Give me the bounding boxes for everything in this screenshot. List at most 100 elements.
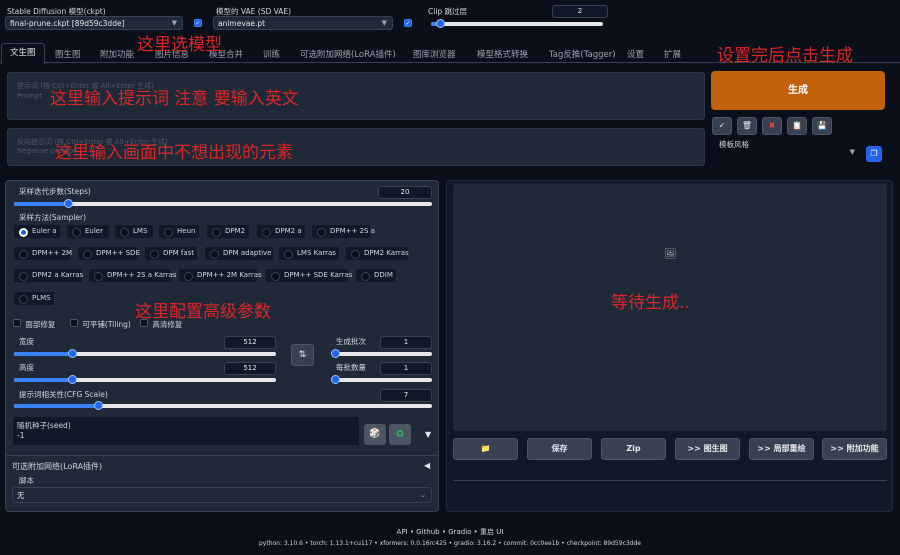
sampler-label: 采样方法(Sampler) [19, 213, 87, 222]
annotation-waiting: 等待生成.. [611, 293, 690, 313]
vae-select[interactable]: animevae.pt ▼ [213, 16, 393, 30]
save-button[interactable]: 保存 [527, 438, 592, 460]
tiling-box[interactable] [70, 319, 78, 327]
annotation-negative: 这里输入画面中不想出现的元素 [55, 143, 293, 163]
vae-refresh-checkbox[interactable] [404, 19, 412, 27]
script-value: 无 [17, 491, 25, 500]
seed-input[interactable]: -1 [17, 431, 24, 440]
seed-label: 随机种子(seed) [17, 421, 71, 430]
chevron-left-icon[interactable]: ◀ [424, 461, 430, 470]
tab-image-browser[interactable]: 图库浏览器 [413, 48, 456, 60]
steps-input[interactable]: 20 [378, 186, 432, 199]
swap-dimensions-button[interactable]: ⇅ [291, 344, 314, 366]
tab-img2img[interactable]: 图生图 [55, 48, 81, 60]
clip-slider[interactable] [431, 19, 603, 28]
model-refresh-checkbox[interactable] [194, 19, 202, 27]
height-input[interactable]: 512 [224, 362, 276, 375]
width-input[interactable]: 512 [224, 336, 276, 349]
close-icon[interactable]: ✖ [762, 117, 782, 135]
sampler-radio-dpmpp-2s-a[interactable]: DPM++ 2S a [311, 224, 375, 239]
face-fix-checkbox[interactable]: 面部修复 [13, 319, 55, 330]
footer-links[interactable]: API • Github • Gradio • 重启 UI [0, 527, 900, 537]
sampler-radio-heun[interactable]: Heun [158, 224, 200, 239]
generate-button[interactable]: 生成 [711, 71, 885, 110]
send-to-img2img-button[interactable]: >> 图生图 [675, 438, 740, 460]
save-icon[interactable]: 💾 [812, 117, 832, 135]
face-fix-box[interactable] [13, 319, 21, 327]
sampler-radio-plms[interactable]: PLMS [13, 291, 55, 306]
sampler-radio-dpm-adaptive[interactable]: DPM adaptive [204, 246, 274, 261]
cfg-slider[interactable] [14, 401, 432, 410]
image-icon: 🖼 [664, 249, 677, 260]
sampler-radio-dpm2[interactable]: DPM2 [206, 224, 250, 239]
open-folder-button[interactable]: 📁 [453, 438, 518, 460]
dice-icon[interactable]: 🎲 [364, 424, 386, 445]
footer-versions: python: 3.10.6 • torch: 1.13.1+cu117 • x… [258, 540, 641, 547]
batch-size-slider[interactable] [331, 375, 432, 384]
sampler-radio-ddim[interactable]: DDIM [355, 268, 397, 283]
width-slider[interactable] [14, 349, 276, 358]
output-info-box [453, 467, 887, 481]
sampler-radio-dpm2-karras[interactable]: DPM2 Karras [345, 246, 409, 261]
sampler-radio-dpmpp-2s-a-karras[interactable]: DPM++ 2S a Karras [88, 268, 177, 283]
lora-accordion-label[interactable]: 可选附加网络(LoRA插件) [12, 461, 102, 472]
clip-value-input[interactable]: 2 [552, 5, 608, 18]
tab-train[interactable]: 训练 [263, 48, 280, 60]
prompt-placeholder-en: Prompt [17, 92, 43, 100]
batch-count-input[interactable]: 1 [380, 336, 432, 349]
apply-style-button[interactable]: ❐ [866, 146, 882, 162]
chevron-down-icon: ▼ [849, 148, 855, 156]
annotation-model: 这里选模型 [137, 35, 222, 55]
model-select[interactable]: final-prune.ckpt [89d59c3dde] ▼ [5, 16, 183, 30]
sampler-radio-dpm2-a[interactable]: DPM2 a [256, 224, 306, 239]
check-icon[interactable]: ✓ [712, 117, 732, 135]
sampler-radio-dpm-fast[interactable]: DPM fast [144, 246, 198, 261]
sampler-radio-dpmpp-sde-karras[interactable]: DPM++ SDE Karras [265, 268, 352, 283]
seed-extra-toggle-icon[interactable]: ▼ [425, 430, 431, 439]
zip-button[interactable]: Zip [601, 438, 666, 460]
cfg-input[interactable]: 7 [380, 389, 432, 402]
sampler-radio-lms[interactable]: LMS [114, 224, 154, 239]
chevron-down-icon: ▼ [381, 19, 387, 27]
tab-extensions[interactable]: 扩展 [664, 48, 681, 60]
annotation-prompt: 这里输入提示词 注意 要输入英文 [50, 89, 299, 109]
sampler-radio-euler[interactable]: Euler [66, 224, 110, 239]
tab-model-converter[interactable]: 模型格式转换 [477, 48, 528, 60]
send-to-inpaint-button[interactable]: >> 局部重绘 [749, 438, 814, 460]
chevron-down-icon: ⌄ [420, 491, 426, 499]
tiling-checkbox[interactable]: 可平铺(Tiling) [70, 319, 131, 330]
tab-settings[interactable]: 设置 [627, 48, 644, 60]
batch-size-label: 每批数量 [336, 363, 366, 372]
batch-count-slider[interactable] [331, 349, 432, 358]
recycle-icon[interactable]: ♻ [389, 424, 411, 445]
steps-slider[interactable] [14, 199, 432, 208]
width-label: 宽度 [19, 337, 34, 346]
tab-tagger[interactable]: Tag反推(Tagger) [549, 48, 616, 60]
tab-txt2img[interactable]: 文生图 [1, 43, 45, 64]
sampler-radio-lms-karras[interactable]: LMS Karras [278, 246, 340, 261]
trash-icon[interactable]: 🗑 [737, 117, 757, 135]
style-select[interactable]: ▼ [712, 146, 858, 160]
batch-count-label: 生成批次 [336, 337, 366, 346]
clip-label: Clip 跳过层 [428, 7, 468, 16]
script-select[interactable]: 无 ⌄ [12, 487, 432, 503]
divider [5, 455, 439, 456]
sampler-radio-dpmpp-sde[interactable]: DPM++ SDE [77, 246, 140, 261]
steps-label: 采样迭代步数(Steps) [19, 187, 91, 196]
model-value: final-prune.ckpt [89d59c3dde] [10, 19, 125, 28]
vae-value: animevae.pt [218, 19, 266, 28]
sampler-radio-euler-a[interactable]: Euler a [13, 224, 61, 239]
sampler-radio-dpmpp-2m-karras[interactable]: DPM++ 2M Karras [178, 268, 262, 283]
send-to-extras-button[interactable]: >> 附加功能 [822, 438, 887, 460]
height-label: 高度 [19, 363, 34, 372]
sampler-radio-dpm2-a-karras[interactable]: DPM2 a Karras [13, 268, 83, 283]
batch-size-input[interactable]: 1 [380, 362, 432, 375]
sampler-radio-dpmpp-2m[interactable]: DPM++ 2M [13, 246, 72, 261]
clipboard-icon[interactable]: 📋 [787, 117, 807, 135]
tab-extras[interactable]: 附加功能 [100, 48, 134, 60]
cfg-label: 提示词相关性(CFG Scale) [19, 390, 108, 399]
face-fix-label: 面部修复 [25, 320, 56, 329]
annotation-generate: 设置完后点击生成 [717, 46, 853, 66]
tab-lora-network[interactable]: 可选附加网络(LoRA插件) [300, 48, 396, 60]
height-slider[interactable] [14, 375, 276, 384]
